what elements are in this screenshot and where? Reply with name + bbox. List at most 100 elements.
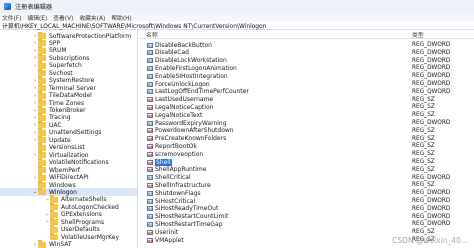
value-type: REG_SZ bbox=[412, 182, 435, 189]
column-name-header[interactable]: 名称 bbox=[146, 30, 158, 39]
value-row[interactable]: ab PreCreateKnownFolders REG_SZ bbox=[139, 135, 474, 143]
value-type: REG_DWORD bbox=[412, 57, 451, 64]
value-row[interactable]: 01 ShellCritical REG_DWORD bbox=[139, 174, 474, 182]
binary-value-icon: 01 bbox=[147, 65, 154, 71]
string-value-icon: ab bbox=[147, 104, 154, 110]
binary-value-icon: 01 bbox=[147, 190, 154, 196]
value-row[interactable]: ab Userinit REG_SZ bbox=[139, 228, 474, 236]
value-type: REG_SZ bbox=[412, 127, 435, 134]
key-tree: › SoftwareProtectionPlatform › SPP › SRUM › Sub… bbox=[0, 30, 138, 248]
folder-icon bbox=[38, 187, 46, 196]
value-name: SiHostRestartTimeGap bbox=[155, 220, 223, 228]
tree-item-label: UAC bbox=[49, 121, 62, 129]
value-type: REG_SZ bbox=[412, 135, 435, 142]
tree-item-label: UserDefaults bbox=[61, 226, 100, 234]
value-name: SiHostCritical bbox=[155, 197, 196, 205]
tree-item-label: UnattendSettings bbox=[49, 129, 102, 137]
string-value-icon: ab bbox=[147, 97, 154, 103]
string-value-icon: ab bbox=[147, 167, 154, 173]
value-name: scremoveoption bbox=[155, 150, 204, 158]
watermark: CSDN @weixin_40... bbox=[392, 236, 468, 245]
value-name: LegalNoticeText bbox=[155, 111, 203, 119]
value-row[interactable]: ab LastUsedUsername REG_SZ bbox=[139, 96, 474, 104]
value-type: REG_DWORD bbox=[412, 73, 451, 80]
value-row[interactable]: 01 DisableCad REG_DWORD bbox=[139, 49, 474, 57]
value-name: LegalNoticeCaption bbox=[155, 103, 214, 111]
value-row[interactable]: 01 DisableLockWorkstation REG_DWORD bbox=[139, 57, 474, 65]
string-value-icon: ab bbox=[147, 151, 154, 157]
value-row[interactable]: 01 LastLogOffEndTimePerfCounter REG_QWORD bbox=[139, 88, 474, 96]
folder-icon bbox=[50, 225, 58, 233]
value-name: PreCreateKnownFolders bbox=[155, 135, 227, 143]
tree-item-label: GPExtensions bbox=[61, 211, 102, 219]
value-name: Shell bbox=[155, 158, 172, 166]
binary-value-icon: 01 bbox=[147, 58, 154, 64]
tree-item-label: SRUM bbox=[49, 47, 67, 55]
folder-icon bbox=[38, 91, 46, 99]
value-row[interactable]: ab ShellInfrastructure REG_SZ bbox=[139, 181, 474, 189]
value-row[interactable]: 01 PasswordExpiryWarning REG_DWORD bbox=[139, 119, 474, 127]
tree-item-label: WiFiDirectAPI bbox=[49, 174, 89, 182]
value-name: ShellCritical bbox=[155, 174, 191, 182]
value-row[interactable]: ab ReportBootOk REG_SZ bbox=[139, 142, 474, 150]
value-row[interactable]: 01 EnableSIHostIntegration REG_DWORD bbox=[139, 72, 474, 80]
value-row[interactable]: 01 SiHostRestartCountLimit REG_DWORD bbox=[139, 213, 474, 221]
value-row[interactable]: 01 ShutdownFlags REG_DWORD bbox=[139, 189, 474, 197]
value-row[interactable]: 01 SiHostRestartTimeGap REG_DWORD bbox=[139, 220, 474, 228]
value-row[interactable]: ab LegalNoticeCaption REG_SZ bbox=[139, 103, 474, 111]
folder-icon bbox=[38, 61, 46, 69]
tree-item[interactable]: › WinSAT bbox=[0, 240, 137, 248]
address-bar[interactable]: 计算机\HKEY_LOCAL_MACHINE\SOFTWARE\Microsof… bbox=[0, 21, 474, 30]
string-value-icon: ab bbox=[147, 128, 154, 134]
value-name: EnableFirstLogonAnimation bbox=[155, 64, 237, 72]
value-type: REG_SZ bbox=[412, 104, 435, 111]
value-type: REG_DWORD bbox=[412, 174, 451, 181]
string-value-icon: ab bbox=[147, 136, 154, 142]
value-row[interactable]: ab LegalNoticeText REG_SZ bbox=[139, 111, 474, 119]
value-row[interactable]: 01 EnableFirstLogonAnimation REG_DWORD bbox=[139, 64, 474, 72]
binary-value-icon: 01 bbox=[147, 221, 154, 227]
value-type: REG_DWORD bbox=[412, 205, 451, 212]
value-name: LastUsedUsername bbox=[155, 96, 214, 104]
value-name: EnableSIHostIntegration bbox=[155, 72, 228, 80]
folder-icon bbox=[38, 143, 46, 151]
tree-item-label: Tracing bbox=[49, 114, 71, 122]
value-row[interactable]: ab PowerdownAfterShutdown REG_SZ bbox=[139, 127, 474, 135]
tree-item-label: Virtualization bbox=[49, 151, 89, 159]
value-type: REG_DWORD bbox=[412, 81, 451, 87]
value-type: REG_SZ bbox=[412, 229, 435, 236]
value-type: REG_SZ bbox=[412, 112, 435, 119]
folder-icon bbox=[38, 173, 46, 181]
binary-value-icon: 01 bbox=[147, 81, 154, 87]
value-row[interactable]: ab Shell REG_SZ bbox=[139, 158, 474, 166]
value-row[interactable]: 01 DisableBackButton REG_DWORD bbox=[139, 41, 474, 49]
value-row[interactable]: 01 ForceUnlockLogon REG_DWORD bbox=[139, 80, 474, 88]
string-value-icon: ab bbox=[147, 112, 154, 118]
tree-item-label: Time Zones bbox=[49, 99, 84, 107]
value-name: VMApplet bbox=[155, 236, 184, 244]
value-row[interactable]: 01 SiHostReadyTimeOut REG_DWORD bbox=[139, 205, 474, 213]
tree-item-label: Update bbox=[49, 136, 71, 144]
list-header: 名称 类型 bbox=[139, 30, 474, 39]
value-row[interactable]: ab scremoveoption REG_SZ bbox=[139, 150, 474, 158]
string-value-icon: ab bbox=[147, 237, 154, 243]
value-type: REG_DWORD bbox=[412, 213, 451, 220]
window-title: 注册表编辑器 bbox=[15, 4, 53, 11]
folder-icon bbox=[38, 158, 46, 166]
value-row[interactable]: ab ShellAppRuntime REG_SZ bbox=[139, 166, 474, 174]
binary-value-icon: 01 bbox=[147, 198, 154, 204]
binary-value-icon: 01 bbox=[147, 175, 154, 181]
value-name: LastLogOffEndTimePerfCounter bbox=[155, 88, 249, 96]
value-name: ShellAppRuntime bbox=[155, 166, 207, 174]
folder-icon bbox=[38, 76, 46, 84]
value-row[interactable]: 01 SiHostCritical REG_DWORD bbox=[139, 197, 474, 205]
string-value-icon: ab bbox=[147, 159, 154, 165]
binary-value-icon: 01 bbox=[147, 206, 154, 212]
tree-item-label: SoftwareProtectionPlatform bbox=[49, 32, 132, 40]
column-type-header[interactable]: 类型 bbox=[412, 30, 424, 39]
value-type: REG_SZ bbox=[412, 159, 435, 165]
tree-item-label: ShellPrograms bbox=[61, 218, 105, 226]
tree-item-label: WinSAT bbox=[49, 241, 72, 248]
value-type: REG_DWORD bbox=[412, 42, 451, 48]
value-type: REG_DWORD bbox=[412, 190, 451, 197]
